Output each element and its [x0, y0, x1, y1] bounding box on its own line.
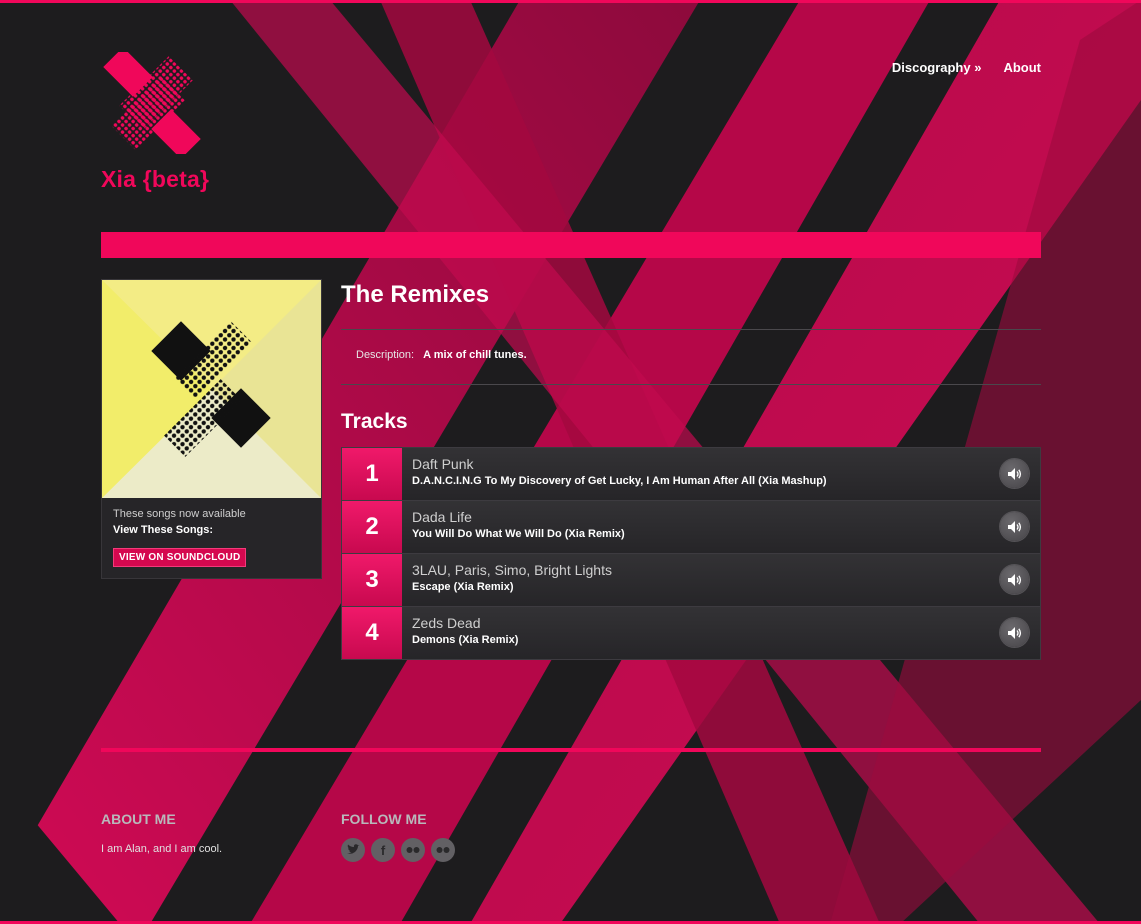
main-nav: Discography » About: [892, 60, 1041, 75]
album-description: Description: A mix of chill tunes.: [356, 349, 527, 361]
speaker-icon: [1007, 467, 1021, 480]
album-title: The Remixes: [341, 281, 490, 308]
track-artist: 3LAU, Paris, Simo, Bright Lights: [412, 562, 612, 578]
track-number: 3: [342, 554, 402, 606]
tracks-heading: Tracks: [341, 410, 408, 433]
follow-heading: FOLLOW ME: [341, 811, 427, 827]
twitter-icon[interactable]: [341, 838, 365, 862]
soundcloud-button[interactable]: VIEW ON SOUNDCLOUD: [113, 548, 247, 567]
track-artist: Zeds Dead: [412, 615, 481, 631]
track-row: 3 3LAU, Paris, Simo, Bright Lights Escap…: [341, 553, 1041, 606]
description-value: A mix of chill tunes.: [423, 349, 527, 361]
top-accent-line: [0, 0, 1141, 3]
track-artist: Dada Life: [412, 509, 472, 525]
logo-icon: [103, 52, 201, 154]
site-title[interactable]: Xia {beta}: [101, 166, 209, 193]
track-number: 2: [342, 501, 402, 553]
header-accent-bar: [101, 232, 1041, 258]
availability-text: These songs now available: [113, 508, 246, 520]
track-number: 1: [342, 448, 402, 500]
nav-discography[interactable]: Discography »: [892, 60, 982, 75]
track-title: Demons (Xia Remix): [412, 634, 519, 646]
album-cover-image: [102, 280, 321, 498]
flickr-icon[interactable]: [431, 838, 455, 862]
track-artist: Daft Punk: [412, 456, 474, 472]
divider: [341, 329, 1041, 330]
facebook-icon[interactable]: f: [371, 838, 395, 862]
play-button[interactable]: [1000, 565, 1029, 594]
track-number: 4: [342, 607, 402, 659]
play-button[interactable]: [1000, 618, 1029, 647]
track-title: Escape (Xia Remix): [412, 581, 514, 593]
about-heading: ABOUT ME: [101, 811, 176, 827]
about-text: I am Alan, and I am cool.: [101, 843, 223, 855]
album-cover-card: These songs now available View These Son…: [101, 279, 322, 579]
play-button[interactable]: [1000, 512, 1029, 541]
flickr-icon[interactable]: [401, 838, 425, 862]
track-row: 1 Daft Punk D.A.N.C.I.N.G To My Discover…: [341, 447, 1041, 500]
track-row: 4 Zeds Dead Demons (Xia Remix): [341, 606, 1041, 660]
description-label: Description:: [356, 349, 415, 361]
track-row: 2 Dada Life You Will Do What We Will Do …: [341, 500, 1041, 553]
speaker-icon: [1007, 520, 1021, 533]
speaker-icon: [1007, 573, 1021, 586]
view-songs-label: View These Songs:: [113, 524, 214, 536]
social-links: f: [341, 838, 455, 862]
nav-about[interactable]: About: [1003, 60, 1041, 75]
track-title: D.A.N.C.I.N.G To My Discovery of Get Luc…: [412, 475, 827, 487]
track-list: 1 Daft Punk D.A.N.C.I.N.G To My Discover…: [341, 447, 1041, 660]
play-button[interactable]: [1000, 459, 1029, 488]
footer-accent-line: [101, 748, 1041, 752]
divider: [341, 384, 1041, 385]
track-title: You Will Do What We Will Do (Xia Remix): [412, 528, 625, 540]
speaker-icon: [1007, 626, 1021, 639]
